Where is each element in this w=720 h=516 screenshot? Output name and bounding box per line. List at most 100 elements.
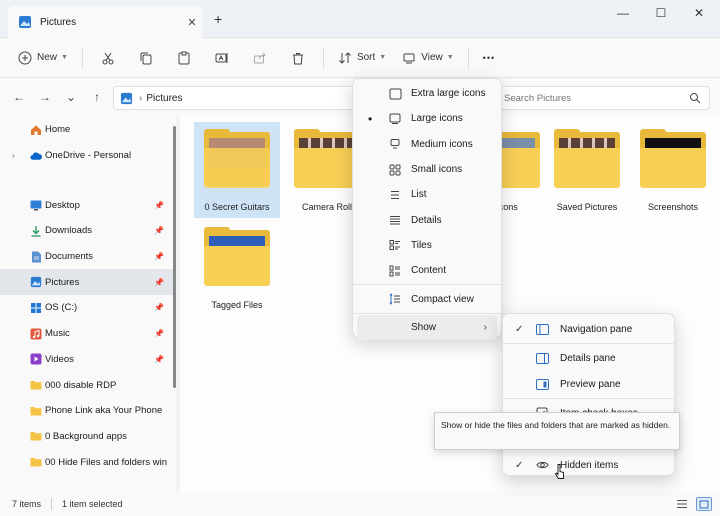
menu-item-hidden-items[interactable]: ✓ Hidden items <box>503 452 674 478</box>
large-icons-view-icon[interactable] <box>696 497 712 511</box>
trash-icon <box>292 52 303 64</box>
menu-item-small-icons[interactable]: Small icons <box>353 157 501 182</box>
share-button[interactable] <box>241 44 279 72</box>
pin-icon[interactable]: 📌 <box>154 278 164 287</box>
sidebar-item-label: Phone Link aka Your Phone <box>45 405 163 417</box>
paste-button[interactable] <box>165 44 203 72</box>
menu-item-list[interactable]: List <box>353 182 501 207</box>
menu-divider <box>353 312 501 314</box>
sidebar-item-os-c[interactable]: OS (C:) 📌 <box>0 295 176 321</box>
menu-item-label: Details <box>411 214 442 226</box>
sidebar-item-label: 000 disable RDP <box>45 379 117 391</box>
new-button-label: New <box>37 52 58 63</box>
menu-item-tiles[interactable]: Tiles <box>353 233 501 258</box>
details-pane-icon <box>535 351 549 365</box>
pin-icon[interactable]: 📌 <box>154 355 164 364</box>
sort-button[interactable]: Sort ▼ <box>330 44 394 72</box>
cut-button[interactable] <box>89 44 127 72</box>
maximize-button[interactable]: ☐ <box>647 6 675 20</box>
pin-icon[interactable]: 📌 <box>154 329 164 338</box>
folder-item[interactable]: Saved Pictures <box>544 122 630 218</box>
menu-item-label: Navigation pane <box>560 323 633 335</box>
folder-item[interactable]: Tagged Files <box>194 220 280 316</box>
sidebar-item-videos[interactable]: Videos 📌 <box>0 347 176 373</box>
folder-icon <box>204 227 270 286</box>
menu-item-preview-pane[interactable]: Preview pane <box>503 371 674 397</box>
sidebar-item-downloads[interactable]: Downloads 📌 <box>0 218 176 244</box>
up-button[interactable]: ↑ <box>84 90 110 104</box>
menu-item-extra-large-icons[interactable]: Extra large icons <box>353 81 501 106</box>
new-button[interactable]: New ▼ <box>10 44 76 72</box>
menu-item-details[interactable]: Details <box>353 207 501 232</box>
menu-item-label: Compact view <box>411 293 474 305</box>
menu-item-label: List <box>411 189 427 201</box>
menu-item-navigation-pane[interactable]: ✓ Navigation pane <box>503 316 674 342</box>
sidebar-scrollbar[interactable] <box>173 126 176 388</box>
menu-item-large-icons[interactable]: • Large icons <box>353 106 501 131</box>
chevron-right-icon[interactable]: › <box>12 151 15 160</box>
list-icon <box>388 188 402 202</box>
sidebar-item-desktop[interactable]: Desktop 📌 <box>0 192 176 218</box>
home-icon <box>30 124 42 136</box>
recent-locations-button[interactable]: ⌄ <box>58 90 84 104</box>
menu-item-content[interactable]: Content <box>353 258 501 283</box>
rename-button[interactable] <box>203 44 241 72</box>
sidebar-item-folder[interactable]: 00 Hide Files and folders win <box>0 449 176 475</box>
menu-item-details-pane[interactable]: Details pane <box>503 345 674 371</box>
item-count: 7 items <box>12 499 42 509</box>
copy-icon <box>140 52 152 64</box>
content-icon <box>388 264 402 278</box>
menu-item-medium-icons[interactable]: Medium icons <box>353 132 501 157</box>
extra-large-icons-icon <box>388 87 402 101</box>
more-options-button[interactable]: ••• <box>475 44 503 72</box>
view-button[interactable]: View ▼ <box>394 44 461 72</box>
folder-icon <box>554 129 620 188</box>
menu-item-compact-view[interactable]: Compact view <box>353 286 501 311</box>
new-tab-button[interactable]: + <box>214 11 222 27</box>
search-box[interactable] <box>498 86 710 110</box>
back-button[interactable]: ← <box>6 90 32 104</box>
forward-button[interactable]: → <box>32 90 58 104</box>
status-bar: 7 items 1 item selected <box>0 492 720 516</box>
folder-name: Tagged Files <box>211 300 263 310</box>
pin-icon[interactable]: 📌 <box>154 201 164 210</box>
sidebar-item-pictures[interactable]: Pictures 📌 <box>0 269 176 296</box>
sidebar-item-folder[interactable]: Phone Link aka Your Phone <box>0 398 176 424</box>
copy-button[interactable] <box>127 44 165 72</box>
sidebar-item-folder[interactable]: 000 disable RDP <box>0 372 176 398</box>
pin-icon[interactable]: 📌 <box>154 303 164 312</box>
search-input[interactable] <box>504 92 689 104</box>
sidebar-item-music[interactable]: Music 📌 <box>0 321 176 347</box>
video-icon <box>30 353 42 365</box>
pin-icon[interactable]: 📌 <box>154 226 164 235</box>
menu-item-label: Content <box>411 265 447 277</box>
close-window-button[interactable]: ✕ <box>685 6 713 20</box>
sidebar-item-label: Home <box>45 124 71 136</box>
folder-item[interactable]: Screenshots <box>630 122 716 218</box>
more-icon: ••• <box>482 52 496 63</box>
breadcrumb[interactable]: Pictures <box>146 93 182 104</box>
sidebar-item-onedrive[interactable]: › OneDrive - Personal <box>0 143 176 169</box>
folder-name: Screenshots <box>647 202 699 212</box>
document-icon <box>30 251 42 263</box>
sidebar-item-folder[interactable]: 0 Background apps <box>0 424 176 450</box>
folder-icon <box>30 379 42 391</box>
folder-item[interactable]: 0 Secret Guitars <box>194 122 280 218</box>
sidebar-item-label: OneDrive - Personal <box>45 150 132 162</box>
sidebar-item-documents[interactable]: Documents 📌 <box>0 244 176 270</box>
navigation-pane: Home › OneDrive - Personal Desktop 📌 Dow… <box>0 116 176 492</box>
delete-button[interactable] <box>279 44 317 72</box>
paste-icon <box>178 51 190 64</box>
sidebar-item-home[interactable]: Home <box>0 117 176 143</box>
plus-circle-icon <box>18 51 32 64</box>
tab-pictures[interactable]: Pictures ✕ <box>8 6 202 38</box>
eye-icon <box>535 458 549 472</box>
details-view-icon[interactable] <box>674 497 690 511</box>
minimize-button[interactable]: — <box>609 6 637 20</box>
tab-close-icon[interactable]: ✕ <box>182 16 202 29</box>
pin-icon[interactable]: 📌 <box>154 252 164 261</box>
small-icons-icon <box>388 163 402 177</box>
menu-item-show[interactable]: Show › <box>357 314 497 340</box>
folder-icon <box>30 456 42 468</box>
menu-item-label: Small icons <box>411 164 463 176</box>
